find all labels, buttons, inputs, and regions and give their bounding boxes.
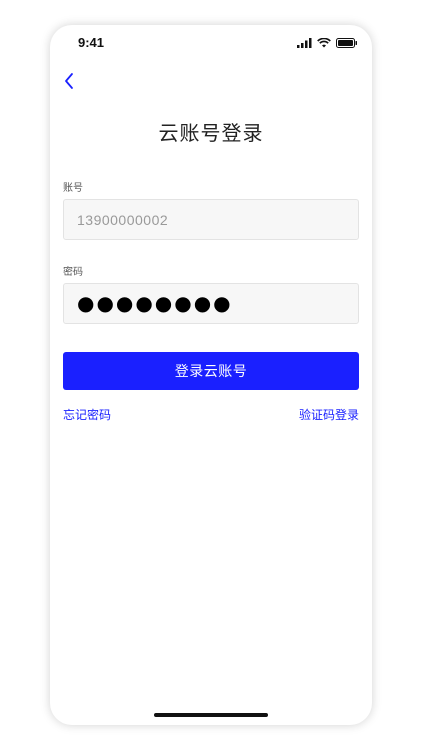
- chevron-left-icon: [65, 73, 73, 89]
- password-field[interactable]: ●●●●●●●●: [63, 283, 359, 324]
- battery-icon: [336, 38, 357, 48]
- status-icons: [297, 38, 358, 48]
- password-mask: ●●●●●●●●: [77, 291, 233, 315]
- status-time: 9:41: [78, 35, 105, 50]
- status-bar: 9:41: [50, 25, 372, 63]
- signal-icon: [297, 38, 312, 48]
- password-label: 密码: [63, 267, 83, 278]
- phone-frame: 9:41 云账号登录 账号 13900000002 密码 ●●●●●●●● 登录…: [50, 25, 372, 725]
- login-button[interactable]: 登录云账号: [63, 352, 359, 390]
- home-indicator: [154, 713, 268, 717]
- account-input[interactable]: [64, 200, 358, 239]
- back-button[interactable]: [60, 69, 84, 93]
- account-label: 账号: [63, 183, 83, 194]
- forgot-password-link[interactable]: 忘记密码: [63, 406, 111, 423]
- account-field[interactable]: [63, 199, 359, 240]
- wifi-icon: [317, 38, 331, 48]
- page-title: 云账号登录: [158, 121, 264, 145]
- sms-login-link[interactable]: 验证码登录: [299, 406, 359, 423]
